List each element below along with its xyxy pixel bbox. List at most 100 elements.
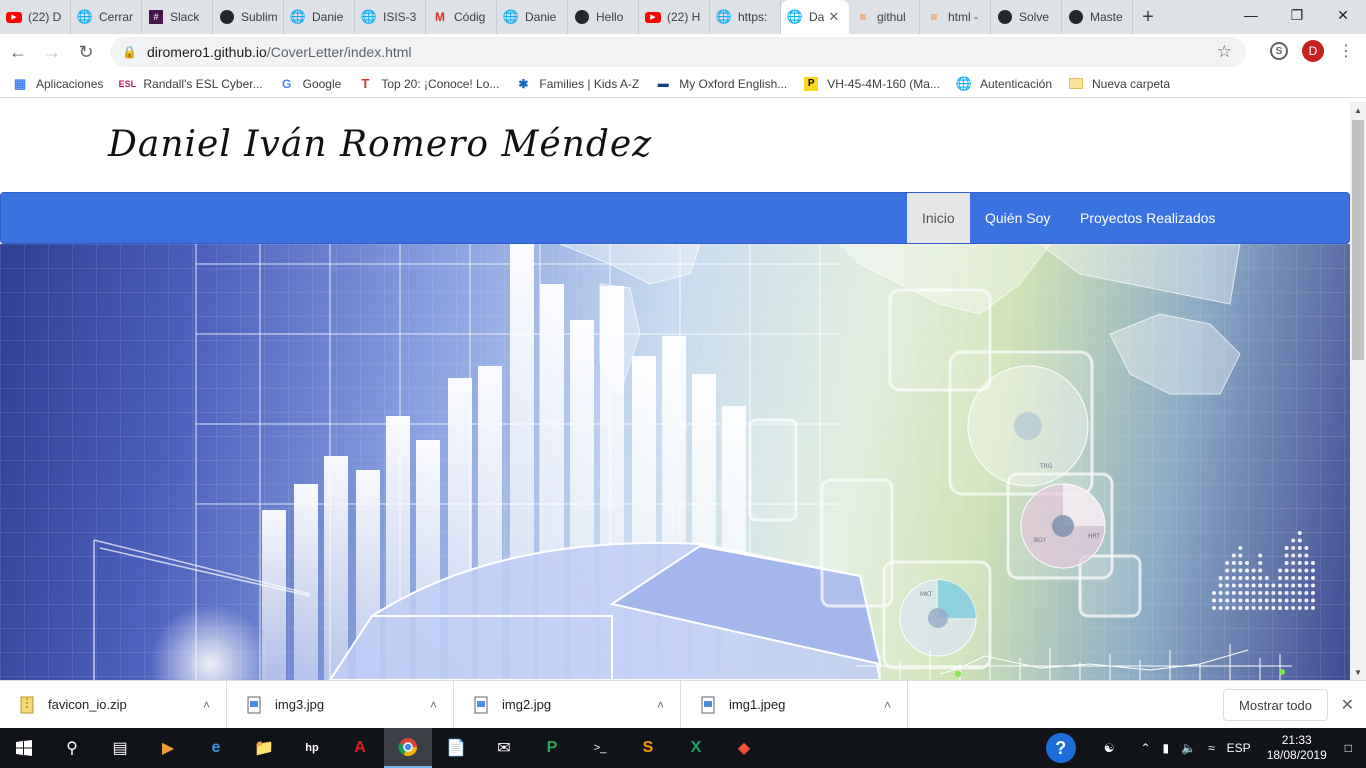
skype-extension-icon[interactable]: S bbox=[1270, 42, 1288, 60]
download-options-chevron-icon[interactable]: ˄ bbox=[884, 698, 891, 712]
equalizer-dot bbox=[1311, 576, 1315, 580]
bookmark-item[interactable]: 🌐 Autenticación bbox=[956, 76, 1052, 92]
browser-tab[interactable]: ≡ githul bbox=[849, 0, 920, 34]
close-tab-icon[interactable]: ✕ bbox=[828, 9, 839, 25]
browser-tab[interactable]: 🌐 https: bbox=[710, 0, 781, 34]
close-window-icon[interactable]: ✕ bbox=[1320, 0, 1366, 30]
project-icon[interactable]: P bbox=[528, 728, 576, 768]
download-filename: img3.jpg bbox=[275, 697, 325, 712]
equalizer-dot bbox=[1304, 598, 1309, 603]
bookmark-item[interactable]: Nueva carpeta bbox=[1068, 76, 1170, 92]
equalizer-dot bbox=[1258, 583, 1263, 588]
hp-icon[interactable]: hp bbox=[288, 728, 336, 768]
download-filename: img2.jpg bbox=[502, 697, 552, 712]
equalizer-dot bbox=[1284, 568, 1289, 573]
forward-arrow-icon[interactable]: → bbox=[36, 36, 68, 68]
browser-tab[interactable]: Sublim bbox=[213, 0, 284, 34]
tray-chevron-icon[interactable]: ⌃ bbox=[1140, 741, 1150, 755]
back-arrow-icon[interactable]: ← bbox=[2, 36, 34, 68]
oxford-icon: ▬ bbox=[657, 77, 669, 90]
notepad-icon[interactable]: 📄 bbox=[432, 728, 480, 768]
sublime-icon[interactable]: S bbox=[624, 728, 672, 768]
toolbar-extensions: S D ⋮ bbox=[1270, 40, 1354, 62]
terminal-icon[interactable]: >_ bbox=[576, 728, 624, 768]
notifications-icon[interactable]: □ bbox=[1345, 741, 1352, 755]
download-options-chevron-icon[interactable]: ˄ bbox=[657, 698, 664, 712]
page-scrollbar[interactable]: ▲ ▼ bbox=[1350, 102, 1366, 680]
equalizer-dot bbox=[1304, 576, 1309, 580]
bookmark-item[interactable]: P VH-45-4M-160 (Ma... bbox=[803, 76, 940, 92]
windows-taskbar: ⚲ ▤ ▶ e 📁 hp A 📄 ✉ P >_ S X ◆ ? ☯ ⌃ ▮ 🔈 … bbox=[0, 728, 1366, 768]
minimize-icon[interactable]: — bbox=[1228, 0, 1274, 30]
wifi-icon[interactable]: ≈ bbox=[1208, 741, 1215, 755]
people-icon[interactable]: ☯ bbox=[1104, 741, 1115, 755]
acrobat-icon[interactable]: A bbox=[336, 728, 384, 768]
download-options-chevron-icon[interactable]: ˄ bbox=[203, 698, 210, 712]
stackoverflow-icon: ≡ bbox=[930, 10, 938, 24]
show-all-downloads-button[interactable]: Mostrar todo bbox=[1223, 689, 1328, 721]
nav-quien-soy[interactable]: Quién Soy bbox=[970, 193, 1065, 243]
equalizer-dot bbox=[1304, 546, 1309, 550]
equalizer-dot bbox=[1251, 606, 1256, 610]
mail-icon[interactable]: ✉ bbox=[480, 728, 528, 768]
download-item[interactable]: img1.jpeg ˄ bbox=[681, 680, 908, 729]
bookmark-item[interactable]: T Top 20: ¡Conoce! Lo... bbox=[357, 76, 499, 92]
clock[interactable]: 21:33 18/08/2019 bbox=[1267, 733, 1327, 763]
clock-date: 18/08/2019 bbox=[1266, 748, 1327, 762]
download-item[interactable]: favicon_io.zip ˄ bbox=[0, 680, 227, 729]
browser-tab[interactable]: Hello bbox=[568, 0, 639, 34]
nav-inicio[interactable]: Inicio bbox=[907, 193, 970, 243]
scrollbar-thumb[interactable] bbox=[1352, 120, 1364, 360]
browser-tab[interactable]: ▶ (22) H bbox=[639, 0, 710, 34]
download-options-chevron-icon[interactable]: ˄ bbox=[430, 698, 437, 712]
windows-start-icon[interactable] bbox=[0, 728, 48, 768]
download-item[interactable]: img2.jpg ˄ bbox=[454, 680, 681, 729]
nav-proyectos-realizados[interactable]: Proyectos Realizados bbox=[1065, 193, 1230, 243]
browser-tab[interactable]: M Códig bbox=[426, 0, 497, 34]
media-player-icon[interactable]: ▶ bbox=[144, 728, 192, 768]
browser-tab[interactable]: 🌐 Danie bbox=[284, 0, 355, 34]
bookmark-item[interactable]: ▦ Aplicaciones bbox=[12, 76, 104, 92]
browser-tab[interactable]: Solve bbox=[991, 0, 1062, 34]
help-icon[interactable]: ? bbox=[1045, 733, 1076, 763]
bookmark-item[interactable]: ▬ My Oxford English... bbox=[655, 76, 788, 92]
download-filename: img1.jpeg bbox=[729, 697, 786, 712]
equalizer-dot bbox=[1238, 591, 1243, 595]
menu-kebab-icon[interactable]: ⋮ bbox=[1338, 41, 1354, 61]
profile-avatar[interactable]: D bbox=[1302, 40, 1324, 62]
bookmark-item[interactable]: ✱ Families | Kids A-Z bbox=[515, 76, 639, 92]
battery-icon[interactable]: ▮ bbox=[1163, 741, 1170, 755]
excel-icon[interactable]: X bbox=[672, 728, 720, 768]
task-view-icon[interactable]: ▤ bbox=[96, 728, 144, 768]
language-indicator[interactable]: ESP bbox=[1227, 741, 1251, 755]
edge-icon[interactable]: e bbox=[192, 728, 240, 768]
browser-tab[interactable]: ▶ (22) D bbox=[0, 0, 71, 34]
scroll-down-icon[interactable]: ▼ bbox=[1350, 664, 1366, 680]
close-download-shelf-icon[interactable]: ✕ bbox=[1341, 695, 1354, 715]
folder-icon bbox=[1068, 76, 1084, 92]
bookmark-star-icon[interactable]: ☆ bbox=[1217, 42, 1232, 62]
bookmark-item[interactable]: ESL Randall's ESL Cyber... bbox=[119, 76, 263, 92]
reload-icon[interactable]: ↻ bbox=[70, 36, 102, 68]
browser-tab[interactable]: # Slack bbox=[142, 0, 213, 34]
bookmark-item[interactable]: G Google bbox=[279, 76, 341, 92]
chrome-taskbar-icon[interactable] bbox=[384, 728, 432, 768]
browser-tab[interactable]: ≡ html - bbox=[920, 0, 991, 34]
new-tab-button[interactable]: + bbox=[1133, 0, 1163, 34]
browser-tab[interactable]: Maste bbox=[1062, 0, 1133, 34]
search-icon[interactable]: ⚲ bbox=[48, 728, 96, 768]
download-item[interactable]: img3.jpg ˄ bbox=[227, 680, 454, 729]
file-explorer-icon[interactable]: 📁 bbox=[240, 728, 288, 768]
equalizer-dot bbox=[1231, 598, 1236, 603]
browser-tab[interactable]: 🌐 Danie bbox=[497, 0, 568, 34]
scroll-up-icon[interactable]: ▲ bbox=[1350, 102, 1366, 118]
browser-tab[interactable]: 🌐 Cerrar bbox=[71, 0, 142, 34]
equalizer-dot bbox=[1225, 591, 1230, 595]
address-bar[interactable]: 🔒 diromero1.github.io/CoverLetter/index.… bbox=[110, 37, 1246, 67]
browser-tab[interactable]: 🌐 Da ✕ bbox=[781, 0, 849, 34]
volume-icon[interactable]: 🔈 bbox=[1181, 741, 1196, 755]
browser-tab[interactable]: 🌐 ISIS-3 bbox=[355, 0, 426, 34]
maximize-icon[interactable]: ❐ bbox=[1274, 0, 1320, 30]
equalizer-dot bbox=[1297, 591, 1302, 595]
git-icon[interactable]: ◆ bbox=[720, 728, 768, 768]
